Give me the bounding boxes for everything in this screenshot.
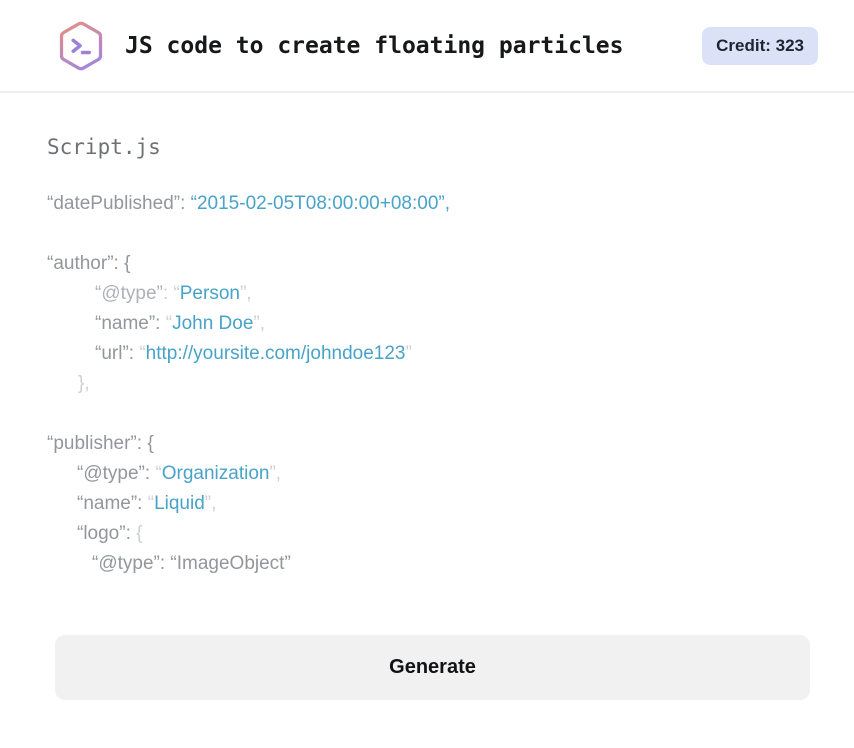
code-line: “datePublished”: “2015-02-05T08:00:00+08… — [47, 189, 814, 219]
code-line: “@type”: “ImageObject” — [47, 549, 814, 579]
code-token-value: John Doe — [172, 313, 254, 334]
code-panel: Script.js “datePublished”: “2015-02-05T0… — [0, 93, 854, 579]
code-token-key: “logo”: — [77, 523, 137, 544]
code-line: “name”: “Liquid”, — [47, 489, 814, 519]
credit-badge: Credit: 323 — [702, 26, 818, 65]
code-lines: “datePublished”: “2015-02-05T08:00:00+08… — [47, 189, 814, 579]
code-token-value: Organization — [161, 463, 270, 484]
code-token-value: http://yoursite.com/johndoe123 — [145, 343, 406, 364]
code-token-value: “2015-02-05T08:00:00+08:00”, — [190, 193, 450, 214]
code-token-key: “url”: — [95, 343, 140, 364]
code-line: “publisher”: { — [47, 429, 814, 459]
code-token-key: “@type”: — [77, 463, 156, 484]
code-token-muted: ”, — [269, 463, 282, 484]
code-token-muted: ” — [405, 343, 412, 364]
code-token-muted: ”, — [239, 283, 252, 304]
code-token-key: “@type”: “ImageObject” — [92, 553, 291, 574]
page-title: JS code to create floating particles — [125, 32, 624, 59]
generate-button[interactable]: Generate — [55, 635, 810, 700]
code-line: }, — [47, 369, 814, 399]
code-token-muted: ”, — [253, 313, 266, 334]
code-line: “@type”: “Person”, — [47, 279, 814, 309]
code-token-key: “publisher”: { — [47, 433, 154, 454]
code-line: “author”: { — [47, 249, 814, 279]
code-token-value: Person — [179, 283, 240, 304]
code-line: “name”: “John Doe”, — [47, 309, 814, 339]
code-token-key: “datePublished”: — [47, 193, 191, 214]
code-token-value: Liquid — [154, 493, 205, 514]
code-line: “@type”: “Organization”, — [47, 459, 814, 489]
terminal-hexagon-logo-icon — [55, 17, 107, 75]
code-token-key: “author”: { — [47, 253, 131, 274]
code-token-muted: { — [136, 523, 143, 544]
code-line: “logo”: { — [47, 519, 814, 549]
code-token-muted: ”, — [204, 493, 217, 514]
header: JS code to create floating particles Cre… — [0, 0, 854, 93]
code-token-keyLight: “@type” — [95, 283, 163, 304]
code-token-key: “name”: — [95, 313, 166, 334]
code-token-key: “name”: — [77, 493, 148, 514]
code-line: “url”: “http://yoursite.com/johndoe123” — [47, 339, 814, 369]
code-token-muted: : — [162, 283, 174, 304]
script-filename: Script.js — [47, 135, 161, 159]
code-token-muted: }, — [78, 373, 90, 394]
